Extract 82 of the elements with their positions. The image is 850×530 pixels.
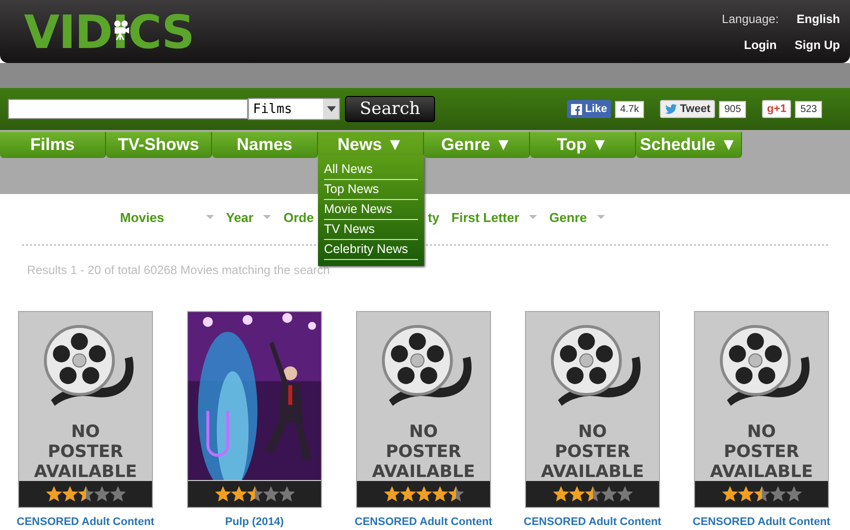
movie-title[interactable]: CENSORED Adult Content <box>692 516 830 528</box>
movie-title[interactable]: Pulp (2014) <box>225 516 284 528</box>
movie-poster[interactable]: NO POSTER AVAILABLE <box>356 311 491 508</box>
share-button[interactable]: Like <box>567 100 612 118</box>
star-icon <box>770 486 786 502</box>
poster-caption: POSTER <box>554 442 630 462</box>
caret-icon <box>596 215 605 219</box>
language-link[interactable]: English <box>796 12 840 26</box>
filter-link[interactable]: First Letter <box>451 210 520 224</box>
movie-title[interactable]: CENSORED Adult Content <box>16 516 154 528</box>
search-field[interactable] <box>8 99 248 119</box>
movie-title[interactable]: CENSORED Adult Content <box>354 516 492 528</box>
star-icon <box>78 486 94 502</box>
star-icon <box>786 486 802 502</box>
poster-caption: NO <box>747 422 776 442</box>
dropdown-arrow-icon <box>326 106 336 112</box>
share-count: 4.7k <box>615 100 644 118</box>
account-link[interactable]: Login <box>744 38 777 52</box>
bird-icon <box>665 104 677 114</box>
movie-title[interactable]: CENSORED Adult Content <box>524 516 662 528</box>
star-icon <box>278 486 294 502</box>
star-icon <box>754 486 770 502</box>
movie-poster[interactable]: NO POSTER AVAILABLE <box>525 311 660 508</box>
star-icon <box>400 486 416 502</box>
movie-poster[interactable] <box>187 311 322 508</box>
poster-caption: POSTER <box>724 442 800 462</box>
star-icon <box>584 486 600 502</box>
star-icon <box>600 486 616 502</box>
poster-caption: AVAILABLE <box>372 462 475 482</box>
star-icon <box>246 486 262 502</box>
poster-caption: POSTER <box>48 442 124 462</box>
poster-caption: AVAILABLE <box>710 462 813 482</box>
menu-item[interactable]: TV News <box>324 220 418 240</box>
caret-icon <box>263 215 272 219</box>
nav-tab[interactable]: TV-Shows <box>106 132 212 158</box>
filter-link[interactable]: Year <box>226 210 254 224</box>
movie-poster[interactable]: NO POSTER AVAILABLE <box>18 311 153 508</box>
caret-icon <box>206 215 214 219</box>
star-icon <box>616 486 632 502</box>
poster-caption: POSTER <box>386 442 462 462</box>
facebook-icon <box>571 104 582 114</box>
poster-caption: NO <box>71 422 100 442</box>
nav-tab[interactable]: Names <box>212 132 318 158</box>
star-icon <box>110 486 126 502</box>
star-icon <box>384 486 400 502</box>
search-button[interactable]: Search <box>345 96 435 122</box>
poster-caption: NO <box>409 422 438 442</box>
star-icon <box>262 486 278 502</box>
share-count: 523 <box>795 100 822 118</box>
category-select[interactable]: Films <box>248 98 340 120</box>
site-logo[interactable]: VIDICS <box>24 4 194 58</box>
share-count: 905 <box>719 100 746 118</box>
nav-tab[interactable]: Top ▼ <box>530 132 636 158</box>
poster-caption: AVAILABLE <box>34 462 137 482</box>
poster-caption: NO <box>578 422 607 442</box>
nav-tab[interactable]: Films <box>0 132 106 158</box>
language-label: Language: <box>722 12 779 26</box>
filter-link[interactable]: Orde <box>283 210 314 224</box>
camera-icon <box>112 18 130 40</box>
nav-tab[interactable]: Schedule ▼ <box>636 132 742 158</box>
account-link[interactable]: Sign Up <box>794 38 840 52</box>
share-button[interactable]: Tweet <box>660 100 716 118</box>
filter-link[interactable]: Genre <box>549 210 587 224</box>
nav-tab[interactable]: Genre ▼ <box>424 132 530 158</box>
star-icon <box>416 486 432 502</box>
poster-caption: AVAILABLE <box>541 462 644 482</box>
star-icon <box>448 486 464 502</box>
star-icon <box>94 486 110 502</box>
star-icon <box>214 486 230 502</box>
movie-poster[interactable]: NO POSTER AVAILABLE <box>694 311 829 508</box>
star-icon <box>552 486 568 502</box>
filter-link[interactable]: ty <box>428 210 440 224</box>
star-icon <box>722 486 738 502</box>
menu-item[interactable]: Top News <box>324 180 418 200</box>
menu-item[interactable]: All News <box>324 160 418 180</box>
results-summary: Results 1 - 20 of total 60268 Movies matching the search <box>27 263 330 277</box>
caret-icon <box>529 215 538 219</box>
menu-item[interactable]: Movie News <box>324 200 418 220</box>
filter-link[interactable]: Movies <box>120 210 196 224</box>
star-icon <box>46 486 62 502</box>
share-button[interactable]: g+1 <box>762 100 792 118</box>
menu-item[interactable]: Celebrity News <box>324 240 418 260</box>
